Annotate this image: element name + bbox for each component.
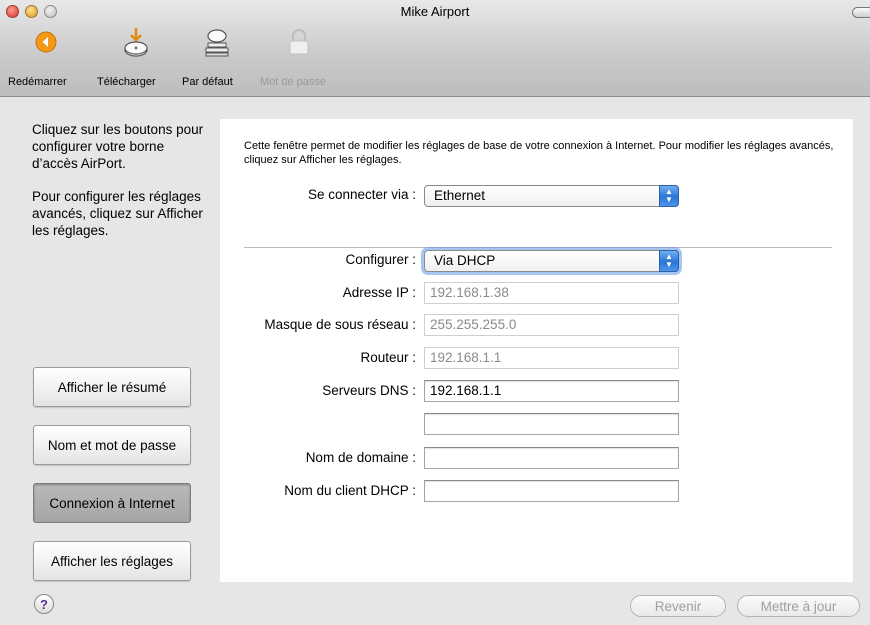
configure-popup[interactable]: Via DHCP ▲ ▼ — [424, 250, 679, 272]
help-button[interactable]: ? — [34, 594, 54, 614]
ip-address-field[interactable]: 192.168.1.38 — [424, 282, 679, 304]
default-icon — [201, 26, 233, 58]
sidebar-help: Cliquez sur les boutons pour configurer … — [32, 121, 207, 255]
main-area: Cliquez sur les boutons pour configurer … — [0, 97, 870, 625]
intro-text: Cette fenêtre permet de modifier les rég… — [244, 140, 834, 166]
dhcp-client-label: Nom du client DHCP : — [284, 483, 416, 498]
show-settings-button[interactable]: Afficher les réglages — [33, 541, 191, 581]
sidebar-help-text-2: Pour configurer les réglages avancés, cl… — [32, 189, 203, 238]
internet-connection-button[interactable]: Connexion à Internet — [33, 483, 191, 523]
dns-server-2-field[interactable] — [424, 413, 679, 435]
name-password-button[interactable]: Nom et mot de passe — [33, 425, 191, 465]
toolbar-default-label: Par défaut — [182, 76, 233, 88]
router-field[interactable]: 192.168.1.1 — [424, 347, 679, 369]
restart-icon — [30, 26, 62, 58]
subnet-mask-label: Masque de sous réseau : — [264, 317, 416, 332]
popup-arrows-icon: ▲ ▼ — [659, 250, 679, 272]
router-label: Routeur : — [360, 350, 416, 365]
domain-name-field[interactable] — [424, 447, 679, 469]
content-panel: Cette fenêtre permet de modifier les rég… — [220, 119, 853, 582]
update-button[interactable]: Mettre à jour — [737, 595, 860, 617]
window-titlebar: Mike Airport Redémarrer Télécharger Par … — [0, 0, 870, 97]
download-icon — [120, 26, 152, 58]
domain-name-label: Nom de domaine : — [305, 450, 416, 465]
lock-icon — [283, 26, 315, 58]
toolbar: Redémarrer Télécharger Par défaut Mot de… — [0, 24, 344, 94]
toolbar-password[interactable]: Mot de passe — [254, 24, 344, 94]
configure-label: Configurer : — [345, 252, 416, 267]
toolbar-toggle-button[interactable] — [852, 7, 870, 18]
toolbar-download[interactable]: Télécharger — [92, 24, 180, 94]
popup-arrows-icon: ▲ ▼ — [659, 185, 679, 207]
dns-server-1-field[interactable]: 192.168.1.1 — [424, 380, 679, 402]
toolbar-password-label: Mot de passe — [260, 76, 327, 88]
toolbar-restart-label: Redémarrer — [8, 76, 67, 88]
divider — [244, 247, 832, 248]
toolbar-default[interactable]: Par défaut — [180, 24, 254, 94]
ip-address-label: Adresse IP : — [342, 285, 416, 300]
window-title: Mike Airport — [400, 4, 470, 19]
connect-via-value: Ethernet — [434, 188, 486, 203]
sidebar-help-text-1: Cliquez sur les boutons pour configurer … — [32, 122, 204, 171]
connect-via-label: Se connecter via : — [307, 187, 416, 202]
toolbar-download-label: Télécharger — [97, 76, 156, 88]
dns-servers-label: Serveurs DNS : — [322, 383, 416, 398]
dhcp-client-field[interactable] — [424, 480, 679, 502]
subnet-mask-field[interactable]: 255.255.255.0 — [424, 314, 679, 336]
configure-value: Via DHCP — [434, 253, 496, 268]
revert-button[interactable]: Revenir — [630, 595, 726, 617]
toolbar-restart[interactable]: Redémarrer — [0, 24, 92, 94]
show-summary-button[interactable]: Afficher le résumé — [33, 367, 191, 407]
connect-via-popup[interactable]: Ethernet ▲ ▼ — [424, 185, 679, 207]
